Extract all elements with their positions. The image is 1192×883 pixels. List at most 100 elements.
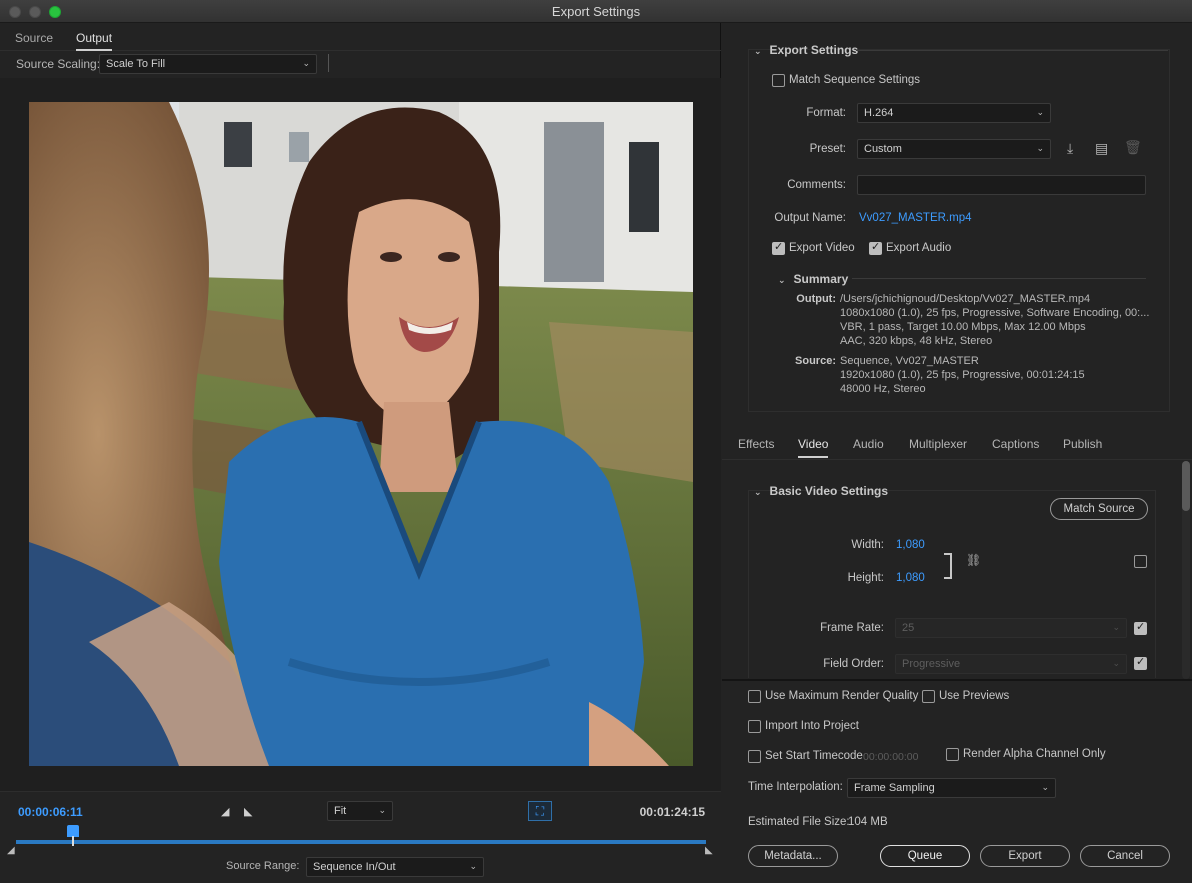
summary-header[interactable]: ⌄ Summary — [778, 272, 848, 286]
out-point-marker-icon[interactable]: ◣ — [705, 845, 713, 856]
summary-output-label: Output: — [796, 293, 836, 305]
tab-publish[interactable]: Publish — [1063, 437, 1102, 451]
render-alpha-checkbox[interactable] — [946, 748, 959, 761]
basic-video-header[interactable]: ⌄ Basic Video Settings — [754, 484, 888, 498]
field-order-match-checkbox[interactable] — [1134, 655, 1147, 670]
comments-field[interactable] — [857, 175, 1146, 195]
height-value[interactable]: 1,080 — [896, 572, 925, 584]
title-bar: Export Settings — [0, 0, 1192, 23]
save-preset-icon[interactable]: ⤓ — [1067, 140, 1073, 157]
summary-title: Summary — [793, 272, 849, 286]
format-label: Format: — [806, 107, 846, 119]
preview-tabs: Source Output — [0, 23, 721, 51]
import-into-project-label: Import Into Project — [765, 720, 859, 732]
collapse-icon: ⌄ — [754, 487, 762, 497]
set-in-point-button[interactable]: ◢ — [221, 805, 229, 818]
time-interpolation-dropdown[interactable]: Frame Sampling ⌄ — [847, 778, 1056, 798]
tab-video[interactable]: Video — [798, 437, 829, 458]
dimension-override-checkbox[interactable] — [1134, 555, 1147, 568]
cancel-button[interactable]: Cancel — [1080, 845, 1170, 867]
frame-rate-dropdown[interactable]: 25 ⌄ — [895, 618, 1127, 638]
frame-rate-match-checkbox[interactable] — [1134, 620, 1147, 635]
use-previews-checkbox[interactable] — [922, 690, 935, 703]
link-bracket — [944, 553, 952, 579]
tab-effects[interactable]: Effects — [738, 437, 774, 451]
export-video-checkbox[interactable] — [772, 240, 785, 255]
export-audio-checkbox[interactable] — [869, 240, 882, 255]
summary-output-line: VBR, 1 pass, Target 10.00 Mbps, Max 12.0… — [840, 321, 1086, 333]
playhead-line — [72, 836, 74, 846]
total-duration: 00:01:24:15 — [639, 805, 705, 819]
divider — [856, 50, 1168, 51]
frame-rate-label: Frame Rate: — [820, 622, 884, 634]
video-frame-image — [29, 102, 693, 766]
chevron-down-icon: ⌄ — [1112, 622, 1120, 632]
summary-source-label: Source: — [795, 355, 836, 367]
preview-panel: Source Output Source Scaling: Scale To F… — [0, 23, 721, 883]
format-dropdown[interactable]: H.264 ⌄ — [857, 103, 1051, 123]
delete-preset-icon[interactable]: 🗑 — [1124, 139, 1142, 156]
field-order-value: Progressive — [902, 658, 961, 670]
output-name-link[interactable]: Vv027_MASTER.mp4 — [859, 212, 972, 224]
aspect-toggle-icon[interactable]: ⛶ — [528, 801, 552, 821]
export-button[interactable]: Export — [980, 845, 1070, 867]
divider — [722, 459, 1192, 460]
export-settings-header[interactable]: ⌄ Export Settings — [754, 43, 858, 57]
collapse-icon: ⌄ — [778, 275, 786, 285]
max-render-quality-checkbox[interactable] — [748, 690, 761, 703]
match-source-button[interactable]: Match Source — [1050, 498, 1148, 520]
chevron-down-icon: ⌄ — [1036, 143, 1044, 153]
tab-captions[interactable]: Captions — [992, 437, 1039, 451]
basic-video-title: Basic Video Settings — [769, 484, 889, 498]
start-timecode-value[interactable]: 00:00:00:00 — [863, 751, 918, 763]
width-label: Width: — [851, 539, 884, 551]
window-title: Export Settings — [551, 4, 641, 19]
import-into-project-checkbox[interactable] — [748, 720, 761, 733]
in-point-marker-icon[interactable]: ◢ — [7, 845, 15, 856]
max-render-quality-label: Use Maximum Render Quality — [765, 690, 919, 702]
source-range-dropdown[interactable]: Sequence In/Out ⌄ — [306, 857, 484, 877]
zoom-level-dropdown[interactable]: Fit ⌄ — [327, 801, 393, 821]
chevron-down-icon: ⌄ — [302, 58, 310, 68]
tab-audio[interactable]: Audio — [853, 437, 884, 451]
unlink-ratio-icon[interactable]: ⛓ — [966, 553, 981, 567]
current-timecode[interactable]: 00:00:06:11 — [18, 805, 83, 819]
field-order-label: Field Order: — [823, 658, 884, 670]
source-range-value: Sequence In/Out — [313, 861, 396, 873]
field-order-dropdown[interactable]: Progressive ⌄ — [895, 654, 1127, 674]
queue-button[interactable]: Queue — [880, 845, 970, 867]
timeline-track[interactable] — [16, 840, 706, 844]
metadata-button[interactable]: Metadata... — [748, 845, 838, 867]
source-scaling-dropdown[interactable]: Scale To Fill ⌄ — [99, 54, 317, 74]
export-audio-label: Export Audio — [886, 242, 952, 254]
preview-area — [0, 78, 721, 791]
time-interpolation-value: Frame Sampling — [854, 782, 935, 794]
set-start-timecode-checkbox[interactable] — [748, 750, 761, 763]
tab-multiplexer[interactable]: Multiplexer — [909, 437, 967, 451]
zoom-level-value: Fit — [334, 805, 347, 817]
width-value[interactable]: 1,080 — [896, 539, 925, 551]
export-options: Use Maximum Render Quality Use Previews … — [722, 679, 1192, 883]
chevron-down-icon: ⌄ — [1041, 782, 1049, 792]
chevron-down-icon: ⌄ — [469, 861, 477, 871]
output-name-label: Output Name: — [774, 212, 846, 224]
match-sequence-label: Match Sequence Settings — [789, 74, 921, 86]
preset-dropdown[interactable]: Custom ⌄ — [857, 139, 1051, 159]
match-sequence-checkbox[interactable] — [772, 74, 785, 87]
settings-panel: ⌄ Export Settings Match Sequence Settings… — [722, 23, 1192, 883]
chevron-down-icon: ⌄ — [378, 805, 386, 815]
set-out-point-button[interactable]: ◣ — [244, 805, 252, 818]
chevron-down-icon: ⌄ — [1112, 658, 1120, 668]
summary-output-line: 1080x1080 (1.0), 25 fps, Progressive, So… — [840, 307, 1150, 319]
settings-scroll-thumb[interactable] — [1182, 461, 1190, 511]
divider — [852, 278, 1146, 279]
summary-source-line: 1920x1080 (1.0), 25 fps, Progressive, 00… — [840, 369, 1085, 381]
source-range-label: Source Range: — [226, 860, 300, 872]
import-preset-icon[interactable]: ▤ — [1095, 140, 1108, 157]
source-scaling-value: Scale To Fill — [106, 58, 166, 70]
tab-output[interactable]: Output — [76, 31, 113, 51]
summary-output-line: /Users/jchichignoud/Desktop/Vv027_MASTER… — [840, 293, 1091, 305]
tab-source[interactable]: Source — [15, 31, 53, 45]
settings-tabs: Effects Video Audio Multiplexer Captions… — [722, 431, 1192, 459]
collapse-icon: ⌄ — [754, 46, 762, 56]
